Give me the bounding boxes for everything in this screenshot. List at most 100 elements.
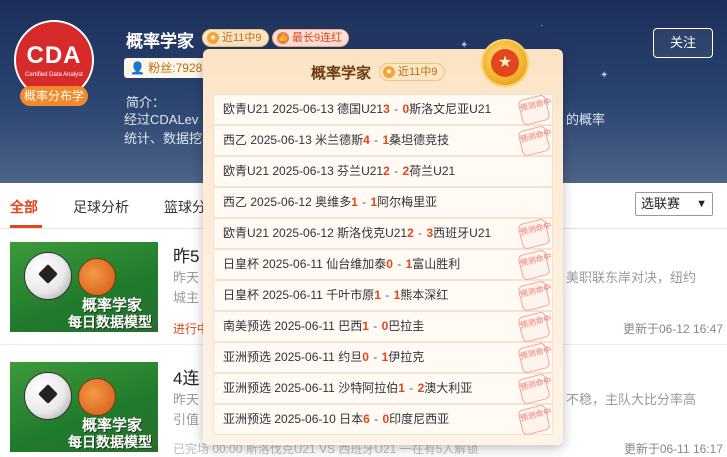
match-record-row[interactable]: 亚洲预选 2025-06-10 日本6 - 0印度尼西亚 预测命中	[213, 403, 553, 437]
popover-title: 概率学家	[311, 65, 372, 82]
article-thumbnail[interactable]: 概率学家 每日数据模型	[10, 362, 158, 452]
match-away-team: 斯洛文尼亚U21	[409, 102, 492, 116]
match-away-team: 西班牙U21	[433, 226, 492, 240]
match-home-team: 芬兰U21	[337, 164, 384, 178]
fans-text: 粉丝:7928	[148, 61, 203, 75]
match-home-team: 斯洛伐克U21	[337, 226, 408, 240]
match-away-team: 伊拉克	[388, 350, 425, 364]
article-updated: 更新于06-11 16:17	[623, 442, 723, 456]
sparkle-icon: ✦	[600, 70, 609, 81]
league-select[interactable]: 选联赛 ▼	[635, 192, 713, 216]
article-desc-right: 不稳，主队大比分率高	[566, 392, 697, 407]
score-separator: -	[369, 350, 381, 364]
match-home-score: 6	[363, 412, 370, 426]
match-record-row[interactable]: 日皇杯 2025-06-11 千叶市原1 - 1熊本深红 预测命中	[213, 279, 553, 313]
match-record-row[interactable]: 亚洲预选 2025-06-11 约旦0 - 1伊拉克 预测命中	[213, 341, 553, 375]
popover-hit-rate-badge: ★ 近11中9	[379, 63, 445, 81]
article-title[interactable]: 昨5	[173, 242, 199, 267]
basketball-icon	[78, 258, 116, 296]
match-league: 日皇杯	[223, 288, 260, 302]
match-away-team: 阿尔梅里亚	[377, 195, 438, 209]
avatar-tag: 概率分布学	[20, 86, 88, 106]
tab-active-indicator	[10, 225, 42, 228]
match-league: 西乙	[223, 133, 248, 147]
match-record-list: 欧青U21 2025-06-13 德国U213 - 0斯洛文尼亚U21 预测命中西…	[213, 93, 553, 437]
match-home-score: 3	[383, 102, 390, 116]
fans-count: 👤 粉丝:7928	[124, 58, 209, 78]
thumb-subtitle: 每日数据模型	[68, 434, 152, 450]
match-record-row[interactable]: 欧青U21 2025-06-13 芬兰U212 - 2荷兰U21	[213, 156, 553, 187]
match-league: 日皇杯	[223, 257, 260, 271]
profile-name: 概率学家	[126, 32, 194, 51]
article-thumbnail[interactable]: 概率学家 每日数据模型	[10, 242, 158, 332]
article-updated: 更新于06-12 16:47	[622, 322, 723, 336]
logo-subtext: Certified Data Analyst	[25, 72, 83, 78]
match-date: 2025-06-13	[250, 133, 312, 147]
match-away-team: 巴拉圭	[388, 319, 425, 333]
hit-stamp-icon: 预测命中	[517, 372, 552, 406]
article-desc-right: 美职联东岸对决，纽约	[566, 270, 697, 285]
match-away-team: 桑坦德竞技	[389, 133, 450, 147]
match-record-row[interactable]: 欧青U21 2025-06-12 斯洛伐克U212 - 3西班牙U21 预测命中	[213, 217, 553, 251]
match-home-score: 0	[362, 350, 369, 364]
hit-stamp-icon: 预测命中	[517, 310, 552, 344]
match-league: 西乙	[223, 195, 248, 209]
hit-rate-badge: ★ 近11中9	[202, 29, 269, 47]
match-record-row[interactable]: 西乙 2025-06-13 米兰德斯4 - 1桑坦德竞技 预测命中	[213, 124, 553, 158]
match-league: 南美预选	[223, 319, 272, 333]
match-date: 2025-06-10	[274, 412, 336, 426]
match-record-row[interactable]: 欧青U21 2025-06-13 德国U213 - 0斯洛文尼亚U21 预测命中	[213, 93, 553, 127]
match-record-row[interactable]: 亚洲预选 2025-06-11 沙特阿拉伯1 - 2澳大利亚 预测命中	[213, 372, 553, 406]
logo-text: CDA	[26, 42, 82, 69]
tab-football[interactable]: 足球分析	[73, 197, 129, 217]
hit-stamp-icon: 预测命中	[517, 403, 552, 437]
star-icon: ★	[207, 32, 219, 44]
match-home-score: 1	[362, 319, 369, 333]
follow-button[interactable]: 关注	[653, 28, 713, 58]
thumb-icon: 👍	[277, 32, 289, 44]
tab-basketball[interactable]: 篮球分	[164, 197, 206, 217]
score-separator: -	[369, 319, 381, 333]
match-away-team: 澳大利亚	[424, 381, 473, 395]
score-separator: -	[370, 133, 382, 147]
streak-text: 最长9连红	[292, 32, 343, 44]
football-icon	[24, 372, 72, 420]
score-separator: -	[390, 102, 402, 116]
match-away-team: 印度尼西亚	[389, 412, 450, 426]
match-date: 2025-06-13	[272, 102, 334, 116]
streak-badge: 👍 最长9连红	[272, 29, 350, 47]
match-date: 2025-06-13	[272, 164, 334, 178]
match-record-row[interactable]: 南美预选 2025-06-11 巴西1 - 0巴拉圭 预测命中	[213, 310, 553, 344]
hit-stamp-icon: 预测命中	[517, 217, 552, 251]
score-separator: -	[405, 381, 417, 395]
match-away-team: 荷兰U21	[409, 164, 456, 178]
match-date: 2025-06-11	[274, 381, 335, 395]
match-record-row[interactable]: 西乙 2025-06-12 奥维多1 - 1阿尔梅里亚	[213, 187, 553, 218]
article-title[interactable]: 4连	[173, 364, 199, 389]
chevron-down-icon: ▼	[696, 198, 707, 210]
match-home-score: 2	[383, 164, 390, 178]
match-away-team: 熊本深红	[400, 288, 449, 302]
match-home-score: 2	[407, 226, 414, 240]
football-icon	[24, 252, 72, 300]
match-home-team: 德国U21	[337, 102, 384, 116]
match-date: 2025-06-12	[250, 195, 312, 209]
match-league: 欧青U21	[223, 226, 270, 240]
popover-hit-rate-text: 近11中9	[398, 66, 438, 78]
intro-label: 简介：	[126, 95, 166, 110]
match-date: 2025-06-11	[262, 288, 323, 302]
basketball-icon	[78, 378, 116, 416]
match-home-score: 1	[398, 381, 405, 395]
match-home-team: 沙特阿拉伯	[338, 381, 399, 395]
score-separator: -	[414, 226, 426, 240]
match-date: 2025-06-11	[274, 319, 335, 333]
match-league: 亚洲预选	[223, 381, 272, 395]
medal-icon: ★	[481, 39, 529, 87]
tab-all[interactable]: 全部	[10, 197, 38, 217]
user-icon: 👤	[130, 61, 145, 75]
match-home-score: 4	[363, 133, 370, 147]
match-home-team: 奥维多	[315, 195, 352, 209]
match-home-team: 千叶市原	[326, 288, 375, 302]
match-record-row[interactable]: 日皇杯 2025-06-11 仙台维加泰0 - 1富山胜利 预测命中	[213, 248, 553, 282]
hit-rate-text: 近11中9	[222, 32, 262, 44]
